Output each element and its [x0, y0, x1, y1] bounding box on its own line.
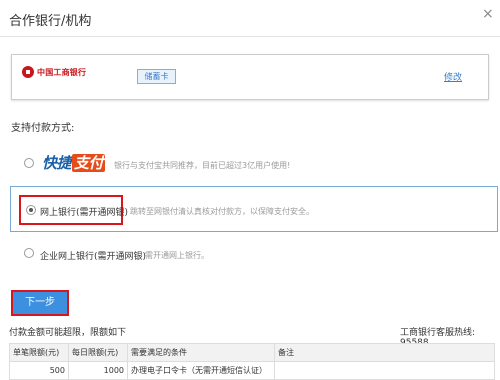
table-cell — [274, 361, 495, 380]
quickpay-description: 银行与支付宝共同推荐，目前已超过3亿用户使用! — [114, 161, 291, 170]
quickpay-logo-main: 快捷 — [42, 154, 72, 172]
column-header: 备注 — [274, 343, 495, 362]
table-row: 500 1000 办理电子口令卡（无需开通短信认证） — [9, 361, 495, 380]
dialog-title: 合作银行/机构 — [9, 14, 92, 29]
table-cell: 500 — [9, 361, 69, 380]
limit-table: 单笔限额(元) 每日限额(元) 需要满足的条件 备注 500 1000 办理电子… — [9, 343, 495, 380]
table-cell: 办理电子口令卡（无需开通短信认证） — [127, 361, 275, 380]
online-banking-radio[interactable] — [26, 205, 36, 215]
online-banking-label[interactable]: 网上银行(需开通网银) — [40, 205, 128, 218]
bank-name: 中国工商银行 — [37, 67, 87, 77]
quickpay-radio[interactable] — [24, 158, 34, 168]
next-step-button[interactable]: 下一步 — [11, 290, 69, 316]
enterprise-banking-label[interactable]: 企业网上银行(需开通网银) — [40, 249, 146, 262]
card-type-badge: 储蓄卡 — [137, 69, 176, 84]
payment-methods-label: 支持付款方式: — [11, 123, 75, 134]
table-cell: 1000 — [68, 361, 128, 380]
hotline-label: 工商银行客服热线: — [400, 328, 476, 338]
online-banking-description: 跳转至网银付清认真核对付款方，以保障支付安全。 — [130, 207, 314, 216]
bank-logo: 中国工商银行 — [22, 66, 86, 78]
table-header-row: 单笔限额(元) 每日限额(元) 需要满足的条件 备注 — [9, 343, 495, 362]
column-header: 单笔限额(元) — [9, 343, 69, 362]
enterprise-banking-description: 需开通网上银行。 — [145, 251, 209, 260]
icbc-logo-icon — [22, 66, 34, 78]
divider — [0, 36, 500, 37]
column-header: 每日限额(元) — [68, 343, 128, 362]
enterprise-banking-radio[interactable] — [24, 248, 34, 258]
quickpay-logo-accent: 支付 — [72, 154, 106, 172]
limit-note: 付款金额可能超限，限额如下 — [9, 328, 127, 338]
modify-bank-link[interactable]: 修改 — [444, 70, 462, 83]
quickpay-logo: 快捷 支付 — [42, 152, 106, 173]
close-icon[interactable]: × — [482, 6, 494, 22]
column-header: 需要满足的条件 — [127, 343, 275, 362]
